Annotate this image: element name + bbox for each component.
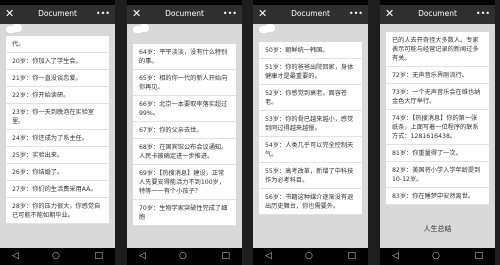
- chat-bubble-icon: [133, 24, 151, 34]
- document-content[interactable]: 已的人去开奇怪大多数人。专家表示可能与经营记录的新闻过多有关。 72岁：无声音乐…: [380, 24, 495, 248]
- life-events-list: 50岁：朝鲜统一韩国。 51岁：你的爸爸出院回家，身体健康才是最重要的。 52岁…: [259, 42, 362, 215]
- list-item: 28岁：你的压力很大，你感觉自己可能不能如期毕业。: [6, 198, 109, 224]
- list-item: 26岁：你结婚了。: [6, 164, 109, 181]
- life-events-list: 64岁：平平淡淡，没有什么特别的事。 65岁：相的你一代的新人开始向你再见。 6…: [133, 44, 236, 226]
- list-item: 83岁：你在睡梦中安然离世。: [386, 188, 489, 205]
- list-item: 82岁：美国将小学入学年龄提到10-12岁。: [386, 162, 489, 188]
- phone-screen-4: ✕ Document ••• 已的人去开奇怪大多数人。专家表示可能与经营记录的新…: [380, 0, 495, 265]
- list-item: 72岁：无声音乐界刚流行。: [386, 67, 489, 84]
- document-content[interactable]: 代。 20岁：你加入了学生会。 21岁：你一直没谈恋爱。 22岁：你开始读研。 …: [0, 24, 115, 248]
- list-item: 67岁：你的父亲去世。: [133, 122, 236, 139]
- nav-bar: ◁ ○ □: [253, 248, 368, 265]
- more-options-icon[interactable]: •••: [349, 6, 363, 22]
- list-item: 70岁：生物学家突破性完成了细胞: [133, 200, 236, 226]
- list-item: 21岁：你一直没谈恋爱。: [6, 70, 109, 87]
- more-options-icon[interactable]: •••: [96, 6, 110, 22]
- list-item: 81岁：你重量得了一次。: [386, 145, 489, 162]
- nav-bar: ◁ ○ □: [127, 248, 242, 265]
- list-item: 74岁：【热搜消息】你的第一张纸条，上面写着一位程序的联系方式：12816164…: [386, 110, 489, 145]
- chat-bubble-icon: [6, 24, 24, 34]
- list-item: 22岁：你开始读研。: [6, 87, 109, 104]
- list-item: 68岁：在国宾馆公布会议通知。人民卡被确定进一步推进。: [133, 139, 236, 165]
- list-item: 24岁：你还成为了系主任。: [6, 130, 109, 147]
- list-item: 代。: [6, 36, 109, 53]
- document-content[interactable]: 50岁：朝鲜统一韩国。 51岁：你的爸爸出院回家，身体健康才是最重要的。 52岁…: [253, 24, 368, 248]
- home-icon[interactable]: ○: [432, 251, 440, 261]
- recent-apps-icon[interactable]: □: [347, 251, 356, 261]
- nav-bar: ◁ ○ □: [380, 248, 495, 265]
- recent-apps-icon[interactable]: □: [94, 251, 103, 261]
- list-item: 73岁：一个无声音乐会在维也纳金色大厅举行。: [386, 84, 489, 110]
- back-icon[interactable]: ◁: [392, 251, 399, 261]
- document-content[interactable]: 64岁：平平淡淡，没有什么特别的事。 65岁：相的你一代的新人开始向你再见。 6…: [127, 24, 242, 248]
- list-item: 23岁：你一天到晚泡在实验室里。: [6, 104, 109, 130]
- back-icon[interactable]: ◁: [139, 251, 146, 261]
- title-bar: ✕ Document •••: [253, 5, 368, 24]
- phone-screen-3: ✕ Document ••• 50岁：朝鲜统一韩国。 51岁：你的爸爸出院回家，…: [253, 0, 368, 265]
- list-item: 已的人去开奇怪大多数人。专家表示可能与经营记录的新闻过多有关。: [386, 32, 489, 67]
- list-item: 20岁：你加入了学生会。: [6, 53, 109, 70]
- list-item: 25岁：实验出来。: [6, 147, 109, 164]
- more-options-icon[interactable]: •••: [223, 6, 237, 22]
- list-item: 56岁：书籍这种媒介逐渐没有退出历史舞台，你也需要外。: [259, 189, 362, 215]
- list-item: 66岁：北京一本要取率落实超过99%。: [133, 96, 236, 122]
- list-item: 27岁：你们的生活费采用AA。: [6, 181, 109, 198]
- more-options-icon[interactable]: •••: [476, 6, 490, 22]
- list-item: 54岁：人类几乎可以完全控制天气。: [259, 137, 362, 163]
- life-summary-button[interactable]: 人生总结: [380, 224, 495, 234]
- recent-apps-icon[interactable]: □: [221, 251, 230, 261]
- title-bar: ✕ Document •••: [127, 5, 242, 24]
- list-item: 50岁：朝鲜统一韩国。: [259, 42, 362, 59]
- list-item: 69岁：【热搜消息】建设，正常人先要安得能活力不到100岁，特等一一有个小孩子？: [133, 165, 236, 200]
- home-icon[interactable]: ○: [52, 251, 60, 261]
- nav-bar: ◁ ○ □: [0, 248, 115, 265]
- list-item: 51岁：你的爸爸出院回家，身体健康才是最重要的。: [259, 59, 362, 85]
- list-item: 65岁：相的你一代的新人开始向你再见。: [133, 70, 236, 96]
- list-item: 64岁：平平淡淡，没有什么特别的事。: [133, 44, 236, 70]
- chat-bubble-icon: [259, 24, 277, 34]
- title-bar: ✕ Document •••: [380, 5, 495, 24]
- list-item: 52岁：你感觉到衰老，面容苍老。: [259, 85, 362, 111]
- life-events-list: 代。 20岁：你加入了学生会。 21岁：你一直没谈恋爱。 22岁：你开始读研。 …: [6, 36, 109, 224]
- list-item: 55岁：高考改革，新增了中科技作为必考科目。: [259, 163, 362, 189]
- list-item: 53岁：你的骨已越来越小，感觉到同过得越来越慢。: [259, 111, 362, 137]
- back-icon[interactable]: ◁: [265, 251, 272, 261]
- phone-screen-2: ✕ Document ••• 64岁：平平淡淡，没有什么特别的事。 65岁：相的…: [127, 0, 242, 265]
- home-icon[interactable]: ○: [179, 251, 187, 261]
- life-events-list: 已的人去开奇怪大多数人。专家表示可能与经营记录的新闻过多有关。 72岁：无声音乐…: [386, 32, 489, 205]
- title-bar: ✕ Document •••: [0, 5, 115, 24]
- phone-screen-1: ✕ Document ••• 代。 20岁：你加入了学生会。 21岁：你一直没谈…: [0, 0, 115, 265]
- recent-apps-icon[interactable]: □: [474, 251, 483, 261]
- back-icon[interactable]: ◁: [12, 251, 19, 261]
- home-icon[interactable]: ○: [305, 251, 313, 261]
